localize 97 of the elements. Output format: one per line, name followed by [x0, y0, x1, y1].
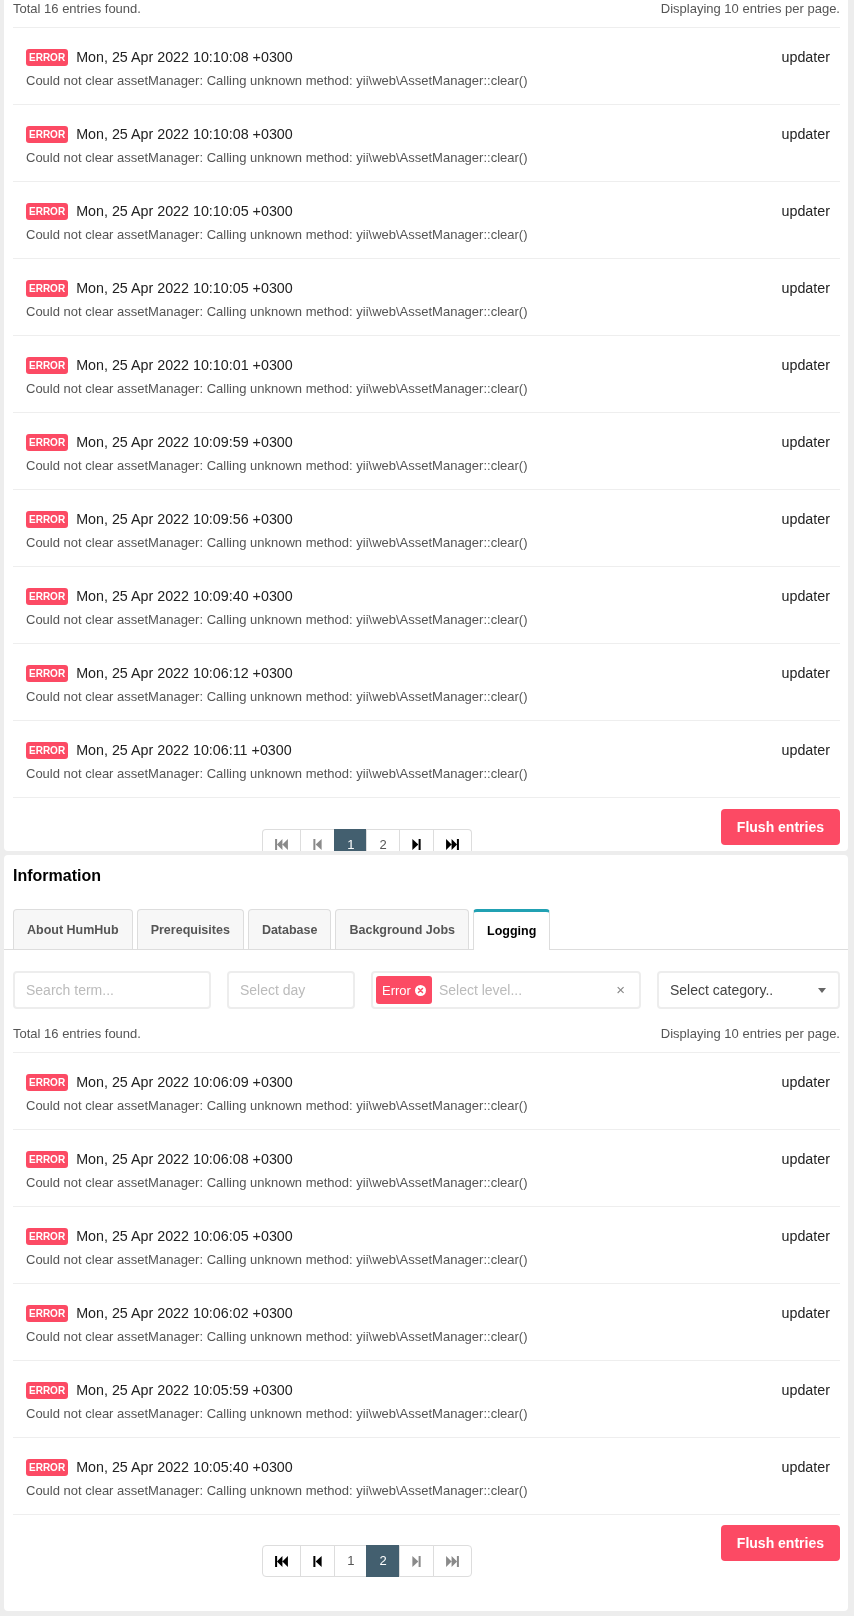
log-message: Could not clear assetManager: Calling unknown method: yii\web\AssetManager::clear(): [26, 226, 528, 244]
tab[interactable]: Prerequisites: [136, 909, 244, 949]
log-time: Mon, 25 Apr 2022 10:09:59 +0300: [76, 433, 293, 452]
next-page-button[interactable]: [398, 829, 434, 851]
log-category: updater: [781, 48, 830, 67]
log-category: updater: [781, 741, 830, 760]
log-message: Could not clear assetManager: Calling unknown method: yii\web\AssetManager::clear(): [26, 380, 528, 398]
log-message: Could not clear assetManager: Calling unknown method: yii\web\AssetManager::clear(): [26, 765, 528, 783]
log-time: Mon, 25 Apr 2022 10:06:09 +0300: [76, 1073, 293, 1092]
log-message: Could not clear assetManager: Calling unknown method: yii\web\AssetManager::clear(): [26, 303, 528, 321]
log-category: updater: [781, 664, 830, 683]
page-button[interactable]: 2: [366, 1545, 400, 1577]
level-badge: ERROR: [26, 125, 69, 143]
log-time: Mon, 25 Apr 2022 10:10:08 +0300: [76, 48, 293, 67]
level-badge: ERROR: [26, 356, 69, 374]
log-category: updater: [781, 202, 830, 221]
level-badge: ERROR: [26, 48, 69, 66]
step-back-icon: [313, 1555, 323, 1567]
remove-icon[interactable]: [414, 984, 426, 996]
log-message: Could not clear assetManager: Calling unknown method: yii\web\AssetManager::clear(): [26, 1097, 528, 1115]
page-button[interactable]: 1: [334, 1545, 368, 1577]
log-category: updater: [781, 1458, 830, 1477]
page-button[interactable]: 2: [366, 829, 400, 851]
log-message: Could not clear assetManager: Calling unknown method: yii\web\AssetManager::clear(): [26, 1405, 528, 1423]
page-button[interactable]: 1: [334, 829, 368, 851]
first-page-button[interactable]: [262, 1545, 302, 1577]
per-page-text: Displaying 10 entries per page.: [660, 0, 840, 18]
level-badge: ERROR: [26, 1227, 69, 1245]
log-message: Could not clear assetManager: Calling unknown method: yii\web\AssetManager::clear(): [26, 72, 528, 90]
log-category: updater: [781, 1150, 830, 1169]
level-badge: ERROR: [26, 433, 69, 451]
log-time: Mon, 25 Apr 2022 10:05:59 +0300: [76, 1381, 293, 1400]
log-time: Mon, 25 Apr 2022 10:06:11 +0300: [76, 741, 292, 760]
skip-to-start-icon: [275, 1555, 289, 1567]
log-time: Mon, 25 Apr 2022 10:06:02 +0300: [76, 1304, 293, 1323]
log-category: updater: [781, 279, 830, 298]
log-time: Mon, 25 Apr 2022 10:10:01 +0300: [76, 356, 293, 375]
panel-title: Information: [12, 866, 102, 886]
level-badge: ERROR: [26, 1073, 69, 1091]
level-badge: ERROR: [26, 279, 69, 297]
last-page-button[interactable]: [432, 829, 472, 851]
log-message: Could not clear assetManager: Calling unknown method: yii\web\AssetManager::clear(): [26, 1482, 528, 1500]
level-badge: ERROR: [26, 1150, 69, 1168]
level-badge: ERROR: [26, 664, 69, 682]
log-message: Could not clear assetManager: Calling unknown method: yii\web\AssetManager::clear(): [26, 457, 528, 475]
log-time: Mon, 25 Apr 2022 10:10:05 +0300: [76, 202, 293, 221]
tab[interactable]: Logging: [473, 909, 551, 950]
log-time: Mon, 25 Apr 2022 10:06:08 +0300: [76, 1150, 293, 1169]
entries-count-text: Total 16 entries found.: [13, 0, 141, 18]
log-time: Mon, 25 Apr 2022 10:09:56 +0300: [76, 510, 293, 529]
log-message: Could not clear assetManager: Calling unknown method: yii\web\AssetManager::clear(): [26, 534, 528, 552]
log-time: Mon, 25 Apr 2022 10:05:40 +0300: [76, 1458, 293, 1477]
date-field[interactable]: Select day: [227, 971, 355, 1009]
level-badge: ERROR: [26, 202, 69, 220]
per-page-text: Displaying 10 entries per page.: [660, 1025, 840, 1043]
log-category: updater: [781, 1381, 830, 1400]
entries-count-text: Total 16 entries found.: [13, 1025, 141, 1043]
log-message: Could not clear assetManager: Calling unknown method: yii\web\AssetManager::clear(): [26, 149, 528, 167]
skip-to-start-icon: [275, 839, 289, 850]
tab[interactable]: Background Jobs: [335, 909, 470, 949]
log-time: Mon, 25 Apr 2022 10:10:05 +0300: [76, 279, 293, 298]
level-badge: ERROR: [26, 1381, 69, 1399]
level-badge: ERROR: [26, 587, 69, 605]
step-forward-icon: [411, 1555, 421, 1567]
log-message: Could not clear assetManager: Calling unknown method: yii\web\AssetManager::clear(): [26, 611, 528, 629]
clear-button[interactable]: ×: [614, 982, 627, 998]
log-category: updater: [781, 125, 830, 144]
log-category: updater: [781, 1227, 830, 1246]
log-category: updater: [781, 1304, 830, 1323]
log-message: Could not clear assetManager: Calling unknown method: yii\web\AssetManager::clear(): [26, 1328, 528, 1346]
level-select[interactable]: Error Select level... ×: [371, 971, 641, 1009]
search-field[interactable]: Search term...: [13, 971, 211, 1009]
skip-to-end-icon: [445, 839, 459, 850]
log-message: Could not clear assetManager: Calling unknown method: yii\web\AssetManager::clear(): [26, 1174, 528, 1192]
level-badge: ERROR: [26, 741, 69, 759]
category-select[interactable]: Select category..: [657, 971, 840, 1009]
log-category: updater: [781, 587, 830, 606]
caret-icon: [818, 987, 826, 993]
log-time: Mon, 25 Apr 2022 10:06:12 +0300: [76, 664, 293, 683]
log-time: Mon, 25 Apr 2022 10:09:40 +0300: [76, 587, 293, 606]
log-category: updater: [781, 1073, 830, 1092]
log-message: Could not clear assetManager: Calling unknown method: yii\web\AssetManager::clear(): [26, 1251, 528, 1269]
log-time: Mon, 25 Apr 2022 10:06:05 +0300: [76, 1227, 293, 1246]
skip-to-end-icon: [445, 1555, 459, 1567]
level-badge: ERROR: [26, 510, 69, 528]
level-badge: ERROR: [26, 1458, 69, 1476]
log-category: updater: [781, 510, 830, 529]
step-forward-icon: [411, 839, 421, 850]
tab[interactable]: About HumHub: [13, 909, 133, 949]
previous-page-button[interactable]: [300, 1545, 336, 1577]
log-time: Mon, 25 Apr 2022 10:10:08 +0300: [76, 125, 293, 144]
log-category: updater: [781, 433, 830, 452]
level-badge: ERROR: [26, 1304, 69, 1322]
log-message: Could not clear assetManager: Calling unknown method: yii\web\AssetManager::clear(): [26, 688, 528, 706]
log-category: updater: [781, 356, 830, 375]
step-back-icon: [313, 839, 323, 850]
tab[interactable]: Database: [247, 909, 332, 949]
